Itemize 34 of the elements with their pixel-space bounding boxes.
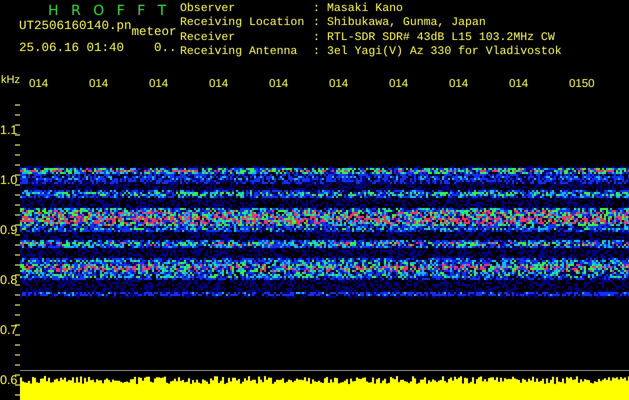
info-label: Receiver [180, 32, 236, 46]
time-tick-label: 014 [209, 78, 228, 91]
tag-label: meteor [132, 26, 177, 38]
time-tick-label: 014 [389, 78, 408, 91]
separator: : [313, 17, 321, 32]
info-label: Observer [180, 3, 236, 16]
info-value: 3el Yagi(V) Az 330 for Vladivostok [327, 46, 562, 60]
date-time: 25.06.16 01:40 [19, 42, 124, 54]
time-tick-label: 014 [449, 78, 468, 91]
app-title: H R O F F T [48, 4, 170, 18]
frequency-tick-label: 0.8 [0, 272, 18, 288]
frequency-tick-label: 0.7 [0, 322, 18, 338]
axis-unit: kHz [1, 74, 21, 87]
counter-label: 0.. [154, 42, 177, 54]
separator: : [313, 32, 321, 46]
time-tick-label: 014 [509, 78, 528, 91]
frequency-tick-label: 1.1 [0, 122, 18, 138]
info-label: Receiving Antenna [180, 46, 298, 60]
info-value: RTL-SDR SDR# 43dB L15 103.2MHz CW [327, 32, 556, 46]
info-label: Receiving Location [180, 17, 306, 32]
frequency-tick-label: 0.6 [0, 372, 18, 388]
time-tick-label: 014 [89, 78, 108, 91]
separator: : [313, 3, 321, 17]
info-value: Shibukawa, Gunma, Japan [327, 17, 487, 32]
time-tick-label: 014 [29, 78, 48, 91]
time-tick-label: 0150 [569, 78, 595, 91]
time-tick-label: 014 [149, 78, 168, 91]
separator: : [313, 46, 321, 60]
frequency-tick-label: 1.0 [0, 172, 18, 188]
file-name: UT2506160140.pn [19, 20, 132, 35]
info-value: Masaki Kano [327, 3, 404, 16]
time-tick-label: 014 [269, 78, 288, 91]
time-tick-label: 014 [329, 78, 348, 91]
frequency-tick-label: 0.9 [0, 222, 18, 238]
